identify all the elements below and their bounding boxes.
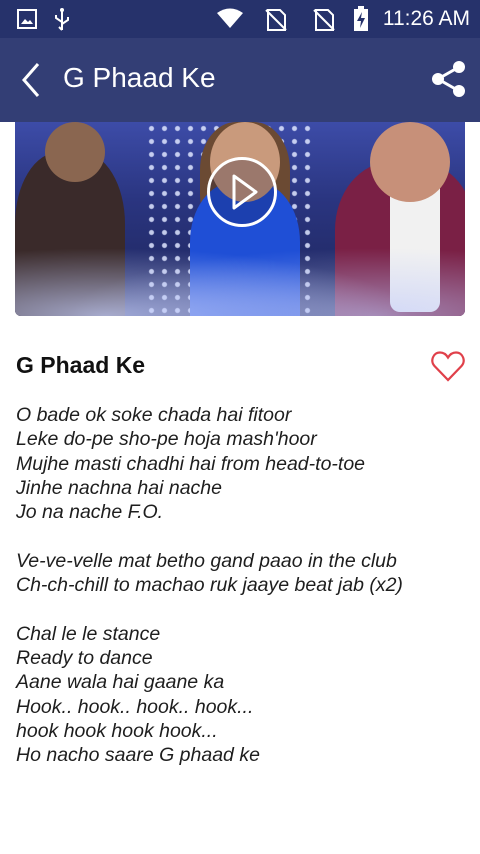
app-title: G Phaad Ke (63, 62, 216, 93)
lyric-line: Leke do-pe sho-pe hoja mash'hoor (16, 428, 317, 451)
battery-charging-icon (353, 6, 369, 37)
lyric-line: Jinhe nachna hai nache (16, 476, 222, 499)
share-button[interactable] (428, 58, 470, 100)
stage-smoke (15, 236, 465, 316)
back-button[interactable] (14, 60, 50, 100)
play-button[interactable] (207, 157, 277, 227)
performer-right-head (370, 122, 450, 202)
play-icon (232, 174, 258, 210)
usb-icon (53, 8, 71, 37)
no-sim-icon (264, 8, 288, 37)
lyric-line: Aane wala hai gaane ka (16, 671, 225, 694)
lyric-line: Ch-ch-chill to machao ruk jaaye beat jab… (16, 574, 403, 597)
status-time: 11:26 AM (382, 7, 470, 30)
share-icon (432, 61, 465, 97)
lyric-line: hook hook hook hook... (16, 719, 218, 742)
stanza-break (16, 524, 471, 548)
lyrics: O bade ok soke chada hai fitoor Leke do-… (16, 403, 471, 767)
lyric-line: Mujhe masti chadhi hai from head-to-toe (16, 452, 366, 475)
chevron-left-icon (22, 63, 40, 97)
song-title: G Phaad Ke (16, 352, 146, 378)
performer-left-head (45, 122, 105, 182)
lyric-line: Ready to dance (16, 646, 153, 669)
image-icon (16, 8, 38, 35)
lyric-line: Ve-ve-velle mat betho gand paao in the c… (16, 549, 397, 572)
lyric-line: O bade ok soke chada hai fitoor (16, 404, 292, 426)
heart-outline-icon (431, 351, 465, 382)
lyric-line: Hook.. hook.. hook.. hook... (16, 695, 254, 718)
video-thumbnail[interactable] (15, 122, 465, 316)
stanza-break (16, 597, 471, 621)
wifi-icon (216, 8, 244, 35)
status-bar: 11:26 AM (0, 0, 480, 38)
no-sim-icon (312, 8, 336, 37)
app-bar: G Phaad Ke (0, 38, 480, 122)
lyric-line: Jo na nache F.O. (16, 501, 164, 524)
favorite-button[interactable] (430, 348, 466, 384)
lyric-line: Chal le le stance (16, 622, 161, 645)
lyric-line: Ho nacho saare G phaad ke (16, 744, 260, 767)
